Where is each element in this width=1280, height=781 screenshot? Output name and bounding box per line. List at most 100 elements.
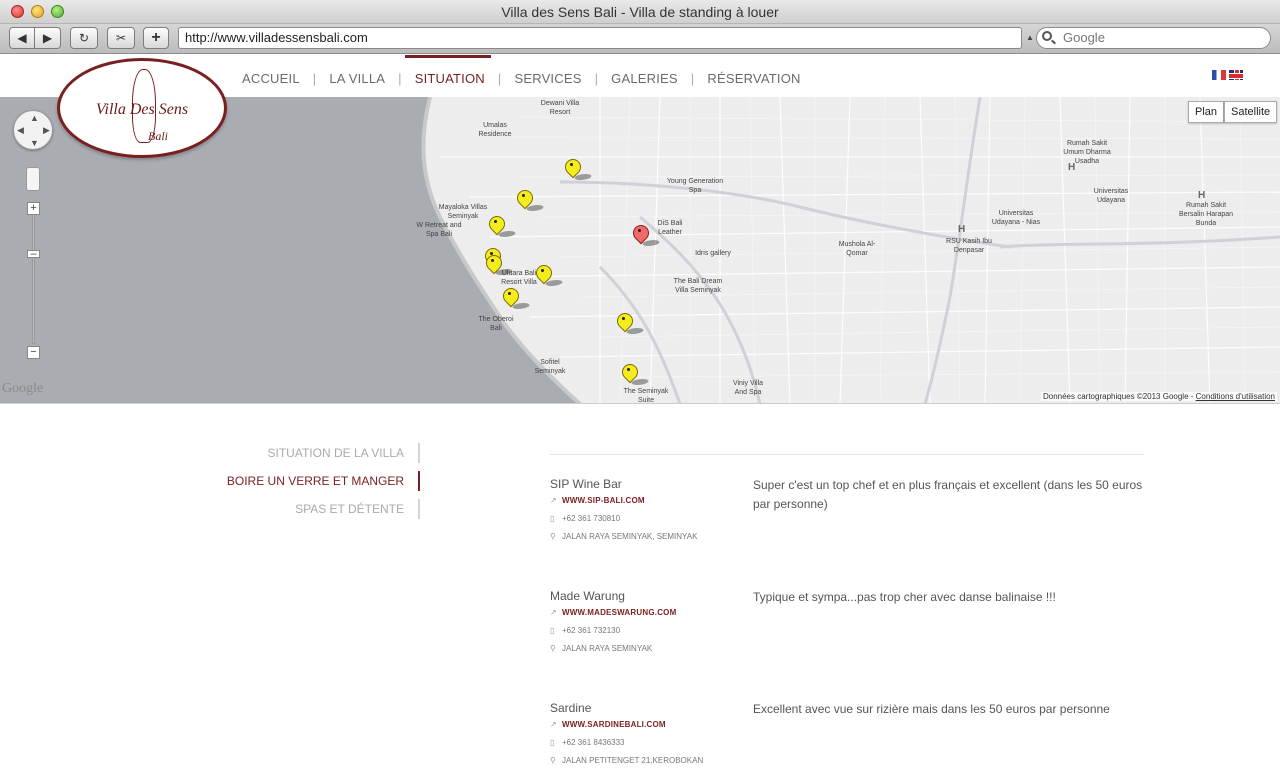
entry-description: Excellent avec vue sur rizière mais dans… bbox=[753, 702, 1110, 716]
entry-description: Super c'est un top chef et en plus franç… bbox=[753, 478, 1143, 511]
map-poi-label: Sofitel Seminyak bbox=[534, 359, 566, 375]
language-switcher bbox=[1212, 70, 1243, 80]
nav-la-villa[interactable]: LA VILLA bbox=[329, 71, 385, 86]
map-poi-label: The Seminyak Suite bbox=[623, 388, 669, 404]
pan-right-icon[interactable]: ▶ bbox=[43, 125, 50, 136]
pan-left-icon[interactable]: ◀ bbox=[17, 125, 24, 136]
hospital-icon: H bbox=[1068, 162, 1076, 173]
sidebar-item-situation[interactable]: SITUATION DE LA VILLA bbox=[220, 443, 420, 463]
phone-icon: ▯ bbox=[550, 626, 555, 635]
map-marker-icon[interactable] bbox=[536, 265, 550, 285]
entry-phone: +62 361 730810 bbox=[562, 514, 621, 523]
browser-toolbar: ◀ ▶ ↻ ✂ + http://www.villadessensbali.co… bbox=[0, 24, 1280, 54]
nav-separator: | bbox=[398, 70, 402, 86]
street-view-pegman-icon[interactable] bbox=[26, 167, 40, 191]
google-watermark: Google bbox=[2, 381, 44, 396]
map-poi-label: Umalas Residence bbox=[478, 122, 512, 138]
entry-address: JALAN RAYA SEMINYAK, SEMINYAK bbox=[562, 532, 698, 541]
pan-up-icon[interactable]: ▲ bbox=[30, 113, 39, 123]
hospital-icon: H bbox=[1198, 190, 1206, 201]
map-marker-icon[interactable] bbox=[617, 313, 631, 333]
nav-situation[interactable]: SITUATION bbox=[404, 54, 491, 86]
map-marker-icon: ⚲ bbox=[550, 532, 556, 541]
list-item: Sardine ↗ WWW.SARDINEBALI.COM ▯ +62 361 84… bbox=[550, 700, 1150, 770]
zoom-in-button[interactable]: + bbox=[27, 202, 40, 215]
map-marker-icon[interactable] bbox=[565, 159, 579, 179]
external-link-icon: ↗ bbox=[550, 608, 557, 617]
entry-phone: +62 361 732130 bbox=[562, 626, 621, 635]
close-window-icon[interactable] bbox=[11, 5, 24, 18]
map-marker-icon[interactable] bbox=[622, 364, 636, 384]
nav-reservation[interactable]: RÉSERVATION bbox=[707, 71, 800, 86]
zoom-out-button[interactable]: − bbox=[27, 346, 40, 359]
sidebar-item-spas[interactable]: SPAS ET DÉTENTE bbox=[220, 499, 420, 519]
map-poi-label: DiS Bali Leather bbox=[657, 220, 683, 236]
french-flag-icon[interactable] bbox=[1212, 70, 1226, 80]
zoom-window-icon[interactable] bbox=[51, 5, 64, 18]
entry-website-link[interactable]: WWW.SARDINEBALI.COM bbox=[562, 716, 666, 734]
map-poi-label: RSU Kasih Ibu Denpasar bbox=[946, 238, 992, 254]
pan-down-icon[interactable]: ▼ bbox=[30, 138, 39, 148]
snip-button[interactable]: ✂ bbox=[107, 27, 135, 49]
phone-icon: ▯ bbox=[550, 514, 555, 523]
minimize-window-icon[interactable] bbox=[31, 5, 44, 18]
map-marker-icon[interactable] bbox=[503, 288, 517, 308]
entry-website-link[interactable]: WWW.MADESWARUNG.COM bbox=[562, 604, 676, 622]
site-logo[interactable]: Villa Des Sens Bali bbox=[57, 58, 227, 158]
map-plan-button[interactable]: Plan bbox=[1188, 101, 1225, 123]
hospital-icon: H bbox=[958, 224, 966, 235]
map-poi-label: The Oberoi Bali bbox=[478, 316, 514, 332]
divider bbox=[550, 454, 1144, 455]
map-poi-label: The Bali Dream Villa Seminyak bbox=[673, 278, 723, 294]
search-input[interactable]: Google bbox=[1036, 27, 1271, 49]
map-poi-label: Dewani Villa Resort bbox=[540, 100, 580, 116]
entry-website-link[interactable]: WWW.SIP-BALI.COM bbox=[562, 492, 645, 510]
list-item: SIP Wine Bar ↗ WWW.SIP-BALI.COM ▯ +62 361 … bbox=[550, 476, 1150, 546]
nav-separator: | bbox=[690, 70, 695, 86]
map-marker-icon[interactable] bbox=[486, 255, 500, 275]
forward-button[interactable]: ▶ bbox=[35, 27, 61, 49]
map-poi-label: Universitas Udayana - Nias bbox=[991, 210, 1041, 226]
zoom-slider-track[interactable] bbox=[32, 210, 35, 344]
external-link-icon: ↗ bbox=[550, 496, 557, 505]
back-button[interactable]: ◀ bbox=[9, 27, 35, 49]
nav-services[interactable]: SERVICES bbox=[514, 71, 581, 86]
external-link-icon: ↗ bbox=[550, 720, 557, 729]
map-poi-label: Mushola Al-Qomar bbox=[838, 241, 876, 257]
nav-separator: | bbox=[497, 70, 502, 86]
section-sidebar: SITUATION DE LA VILLA BOIRE UN VERRE ET … bbox=[220, 443, 420, 527]
map-poi-label: W Retreat and Spa Bali bbox=[416, 222, 462, 238]
map-poi-label: Viniy Villa And Spa bbox=[732, 380, 764, 396]
map-poi-label: Universitas Udayana bbox=[1093, 188, 1129, 204]
address-dropdown-icon[interactable]: ▲ bbox=[1026, 33, 1034, 42]
logo-title: Villa Des Sens bbox=[95, 101, 189, 118]
entry-address: JALAN PETITENGET 21,KEROBOKAN bbox=[562, 756, 704, 765]
address-bar[interactable]: http://www.villadessensbali.com bbox=[178, 27, 1022, 49]
main-nav: ACCUEIL | LA VILLA | SITUATION | SERVICE… bbox=[242, 54, 801, 86]
map-terms-link[interactable]: Conditions d'utilisation bbox=[1196, 392, 1275, 401]
window-title: Villa des Sens Bali - Villa de standing … bbox=[501, 4, 779, 20]
map-marker-icon[interactable] bbox=[489, 216, 503, 236]
entry-address: JALAN RAYA SEMINYAK bbox=[562, 644, 653, 653]
reload-button[interactable]: ↻ bbox=[70, 27, 98, 49]
map-pan-control[interactable]: ▲ ▼ ◀ ▶ bbox=[13, 110, 53, 150]
nav-galeries[interactable]: GALERIES bbox=[611, 71, 678, 86]
sidebar-item-boire-manger[interactable]: BOIRE UN VERRE ET MANGER bbox=[220, 471, 420, 491]
zoom-slider-handle[interactable]: – bbox=[27, 249, 40, 260]
map-poi-label: Idris gallery bbox=[695, 250, 731, 257]
nav-accueil[interactable]: ACCUEIL bbox=[242, 71, 300, 86]
nav-separator: | bbox=[312, 70, 317, 86]
nav-separator: | bbox=[594, 70, 599, 86]
content-area: SITUATION DE LA VILLA BOIRE UN VERRE ET … bbox=[0, 405, 1280, 781]
map-attribution-text: Données cartographiques ©2013 Google - bbox=[1042, 392, 1196, 401]
add-bookmark-button[interactable]: + bbox=[143, 27, 169, 49]
map-marker-icon[interactable] bbox=[517, 190, 531, 210]
english-flag-icon[interactable] bbox=[1229, 70, 1243, 80]
map-poi-label: Rumah Sakit Bersalin Harapan Bunda bbox=[1178, 202, 1234, 227]
map-poi-label: Young Generation Spa bbox=[666, 178, 724, 194]
logo-subtitle: Bali bbox=[148, 129, 168, 143]
entry-phone: +62 361 8436333 bbox=[562, 738, 625, 747]
villa-marker-icon[interactable] bbox=[633, 225, 647, 245]
map-attribution: Données cartographiques ©2013 Google - C… bbox=[1040, 392, 1277, 401]
map-satellite-button[interactable]: Satellite bbox=[1224, 101, 1278, 123]
